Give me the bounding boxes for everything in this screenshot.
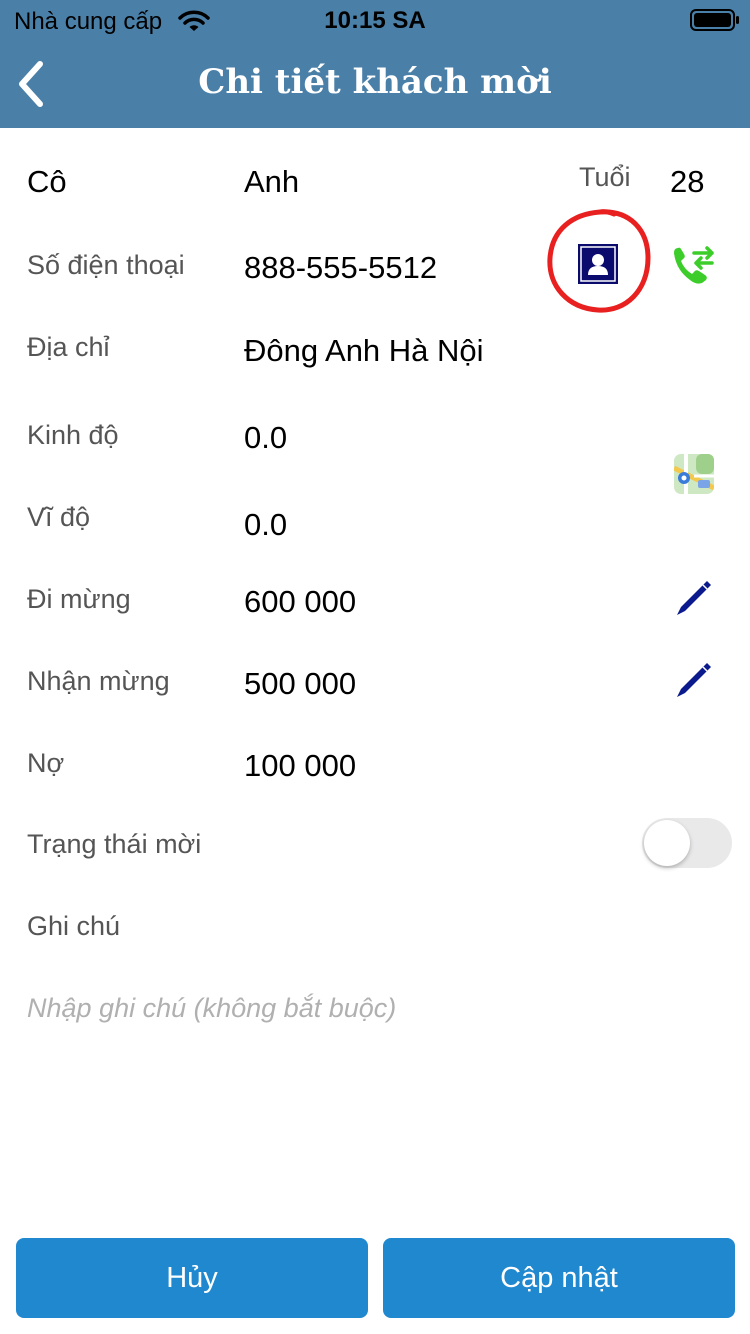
latitude-value: 0.0 <box>244 507 288 542</box>
update-button[interactable]: Cập nhật <box>383 1238 735 1318</box>
toggle-knob <box>644 820 690 866</box>
phone-label: Số điện thoại <box>27 250 185 280</box>
invite-status-toggle[interactable] <box>642 818 732 868</box>
navigation-bar: Chi tiết khách mời <box>0 40 750 128</box>
gift-received-value: 500 000 <box>244 666 357 701</box>
page-title: Chi tiết khách mời <box>198 62 552 102</box>
gift-given-value: 600 000 <box>244 584 357 619</box>
debt-label: Nợ <box>27 748 65 778</box>
debt-value: 100 000 <box>244 748 357 783</box>
status-bar: Nhà cung cấp 10:15 SA <box>0 0 750 40</box>
longitude-value: 0.0 <box>244 420 288 455</box>
guest-salutation: Cô <box>27 164 67 199</box>
guest-name: Anh <box>244 164 300 199</box>
gift-received-label: Nhận mừng <box>27 666 170 696</box>
address-value: Đông Anh Hà Nội <box>244 333 484 368</box>
age-label: Tuổi <box>579 162 631 192</box>
latitude-label: Vĩ độ <box>27 502 91 532</box>
invite-status-label: Trạng thái mời <box>27 829 202 859</box>
clock: 10:15 SA <box>324 7 426 34</box>
age-value: 28 <box>670 164 705 199</box>
highlight-circle <box>547 209 651 313</box>
battery-icon <box>690 9 739 31</box>
phone-value: 888-555-5512 <box>244 250 438 285</box>
note-input[interactable] <box>27 988 727 1028</box>
map-icon[interactable] <box>674 454 714 494</box>
note-label: Ghi chú <box>27 911 121 941</box>
cancel-button[interactable]: Hủy <box>16 1238 368 1318</box>
longitude-label: Kinh độ <box>27 420 119 450</box>
pencil-icon[interactable] <box>674 660 714 700</box>
address-label: Địa chỉ <box>27 332 110 362</box>
gift-given-label: Đi mừng <box>27 584 131 614</box>
phone-forward-icon[interactable] <box>672 244 716 286</box>
pencil-icon[interactable] <box>674 578 714 618</box>
